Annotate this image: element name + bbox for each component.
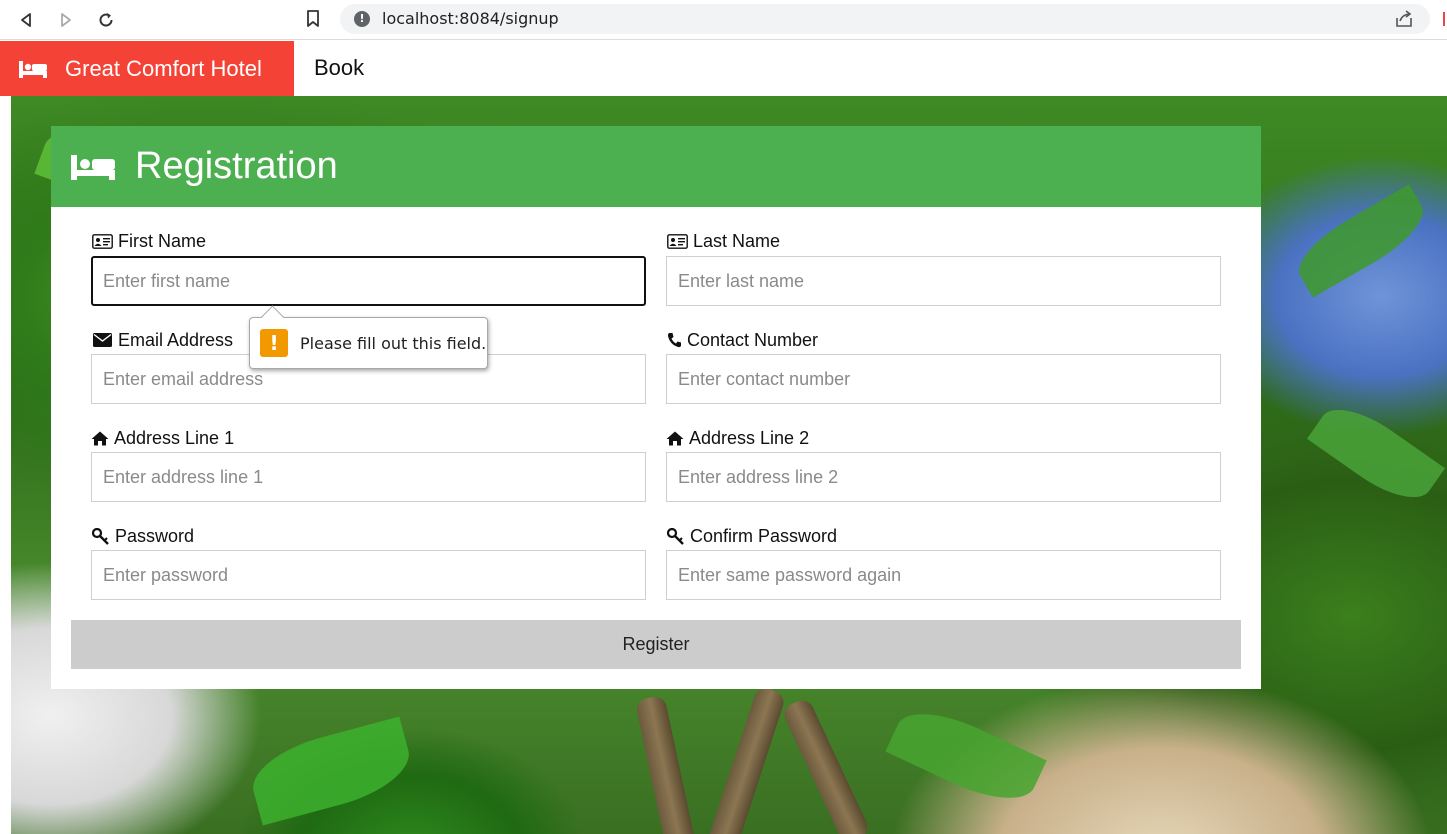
home-icon [91, 430, 109, 447]
label-text: Address Line 2 [689, 427, 810, 448]
password-label: Password [91, 525, 194, 547]
contact-number-label: Contact Number [666, 329, 818, 351]
site-info-icon[interactable]: ! [354, 11, 370, 27]
last-name-input[interactable] [666, 256, 1221, 306]
brand-name: Great Comfort Hotel [65, 55, 262, 81]
confirm-password-input[interactable] [666, 550, 1221, 600]
address-line-2-label: Address Line 2 [666, 427, 809, 449]
contact-number-input[interactable] [666, 354, 1221, 404]
address-bar[interactable]: ! localhost:8084/signup [340, 4, 1430, 34]
phone-icon [666, 332, 682, 349]
url-text[interactable]: localhost:8084/signup [382, 9, 559, 28]
validation-message: Please fill out this field. [300, 333, 487, 353]
key-icon [91, 527, 110, 545]
reload-icon[interactable] [94, 8, 118, 32]
register-button[interactable]: Register [71, 620, 1241, 669]
bed-icon [71, 154, 115, 180]
id-card-icon [666, 233, 688, 250]
first-name-input[interactable] [91, 256, 646, 306]
email-label: Email Address [91, 329, 233, 351]
site-navbar: Great Comfort Hotel Book [0, 41, 1447, 96]
envelope-icon [91, 332, 113, 349]
warning-icon: ! [260, 329, 288, 357]
label-text: Last Name [693, 230, 781, 251]
page-title: Registration [135, 145, 338, 187]
share-icon[interactable] [1394, 10, 1414, 28]
validation-tooltip: ! Please fill out this field. [249, 317, 488, 369]
brand-link[interactable]: Great Comfort Hotel [0, 41, 294, 96]
label-text: Email Address [118, 329, 234, 350]
first-name-label: First Name [91, 230, 206, 252]
label-text: First Name [118, 230, 207, 251]
bookmark-icon[interactable] [302, 8, 324, 30]
id-card-icon [91, 233, 113, 250]
toolbar-overflow-edge [1440, 6, 1447, 32]
password-input[interactable] [91, 550, 646, 600]
label-text: Password [115, 525, 195, 546]
forward-icon[interactable] [54, 8, 78, 32]
bed-icon [19, 60, 47, 78]
book-link[interactable]: Book [314, 55, 364, 81]
registration-card: Registration First Name Last Name Email … [51, 126, 1261, 689]
address-line-1-label: Address Line 1 [91, 427, 234, 449]
browser-toolbar: ! localhost:8084/signup [0, 0, 1447, 40]
label-text: Confirm Password [690, 525, 838, 546]
registration-header: Registration [51, 126, 1261, 207]
address-line-2-input[interactable] [666, 452, 1221, 502]
label-text: Address Line 1 [114, 427, 235, 448]
home-icon [666, 430, 684, 447]
last-name-label: Last Name [666, 230, 780, 252]
address-line-1-input[interactable] [91, 452, 646, 502]
key-icon [666, 527, 685, 545]
confirm-password-label: Confirm Password [666, 525, 837, 547]
back-icon[interactable] [14, 8, 38, 32]
label-text: Contact Number [687, 329, 819, 350]
